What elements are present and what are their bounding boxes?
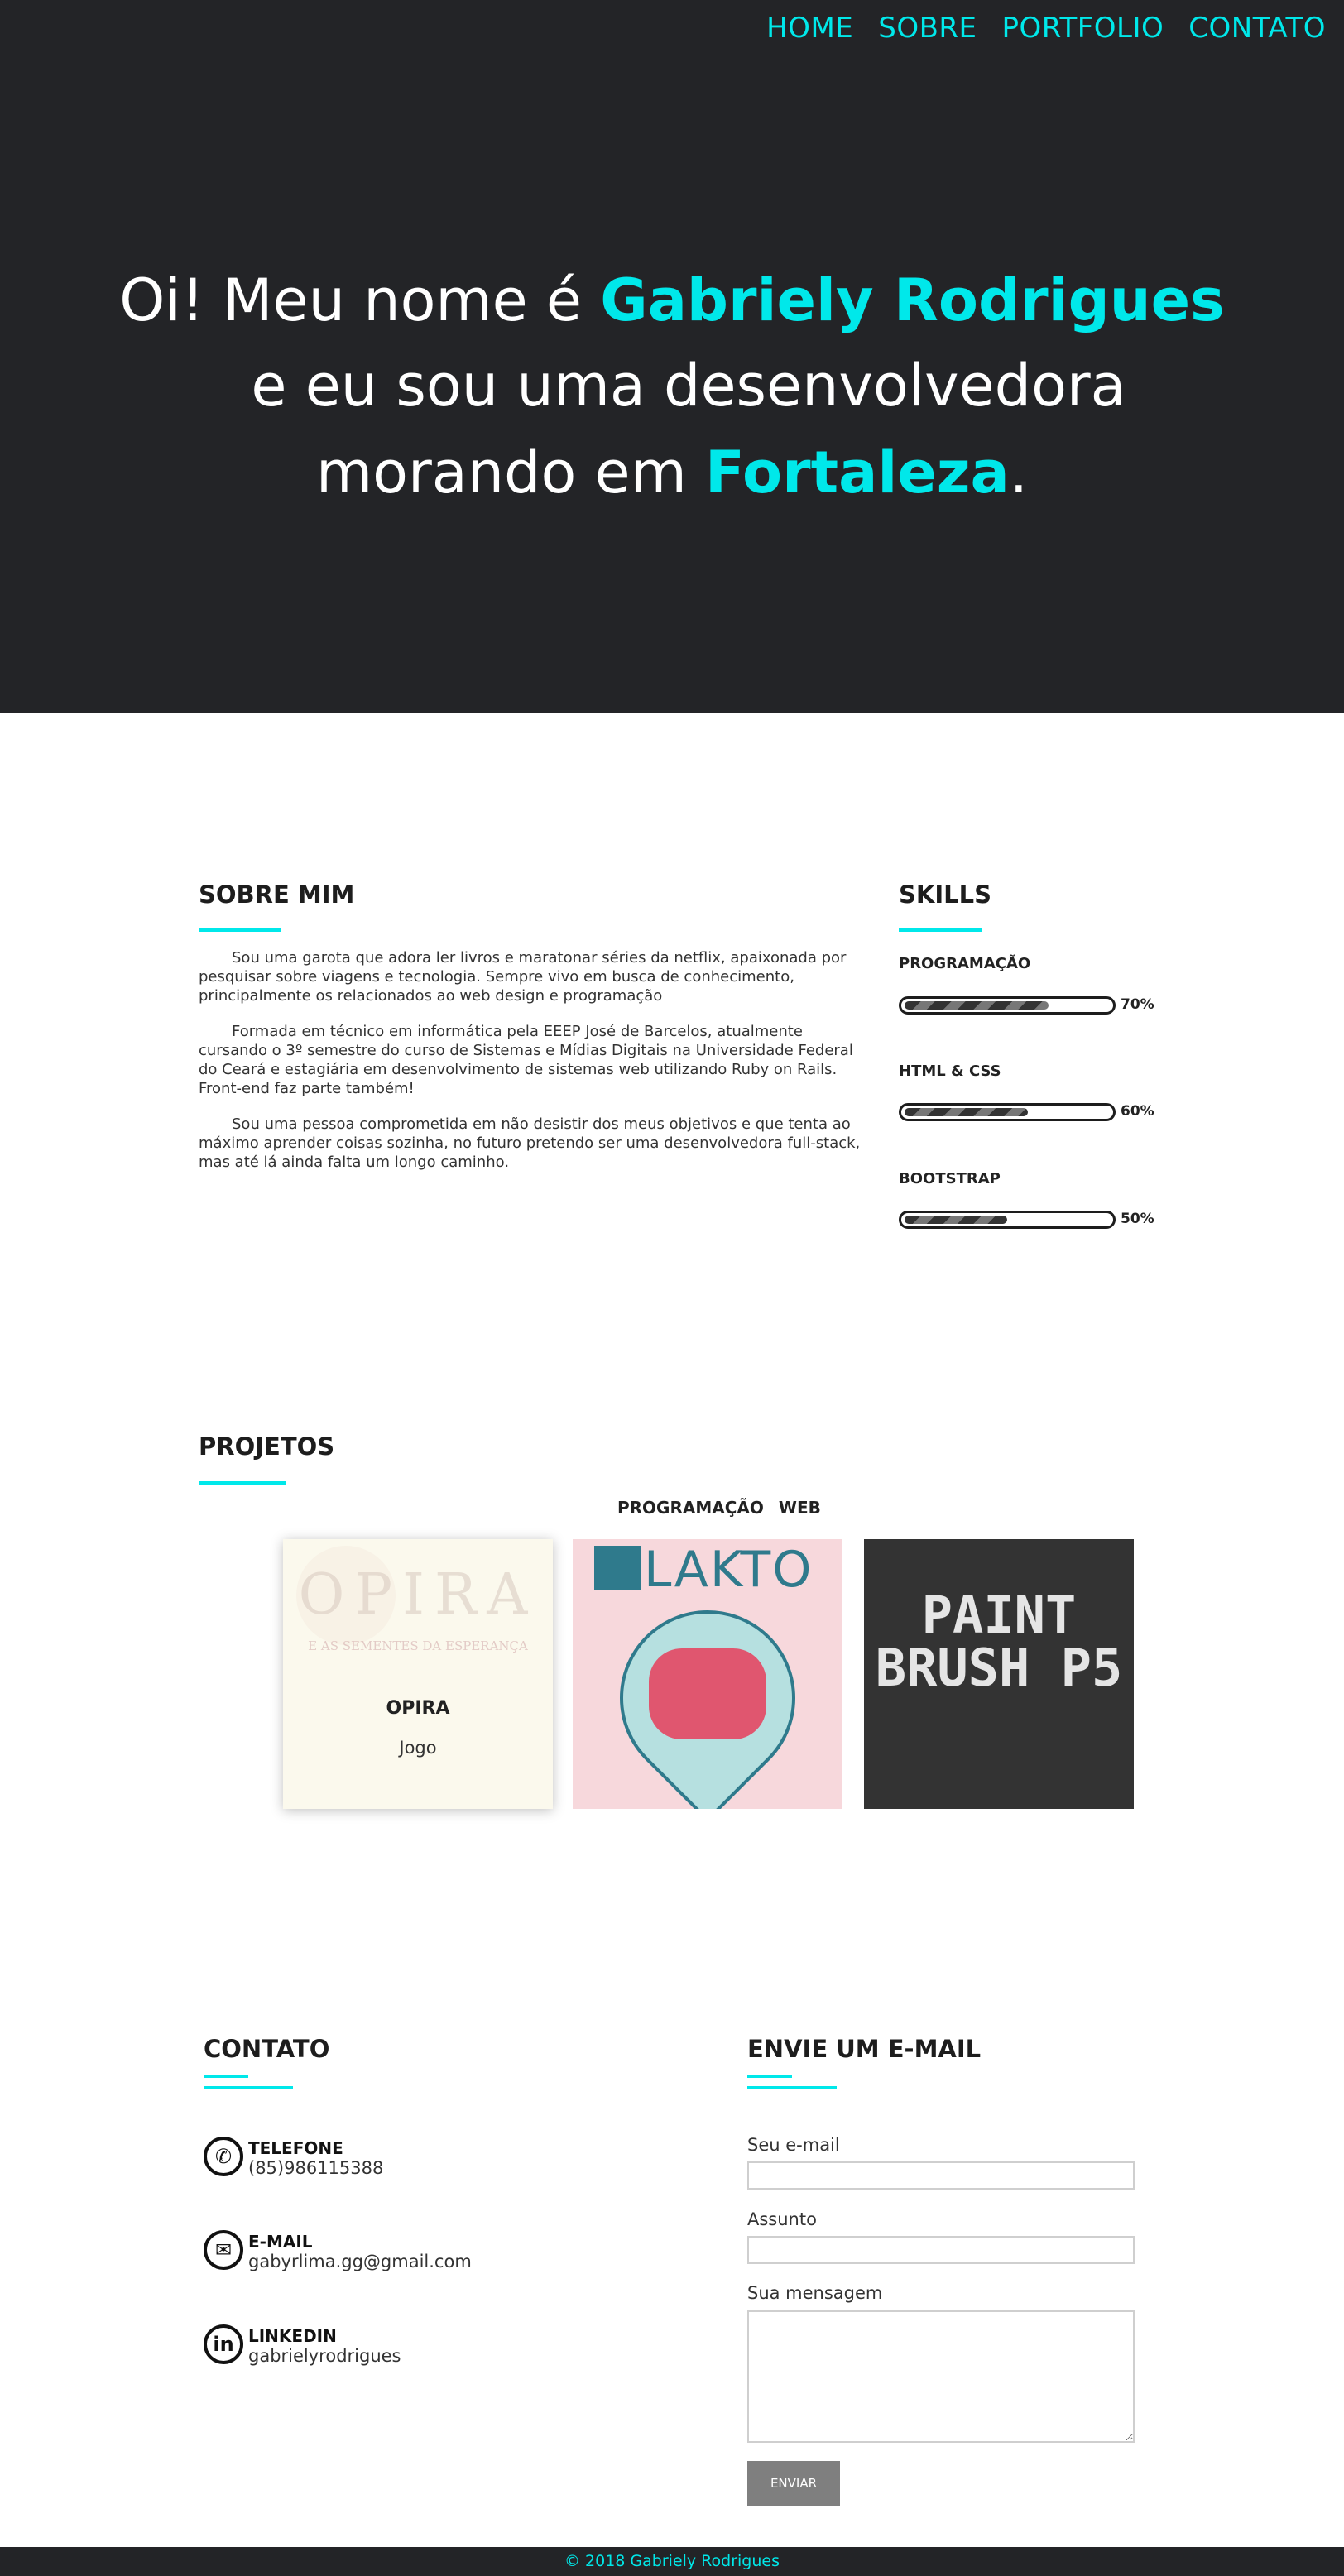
skill-bar-html-css bbox=[899, 1103, 1116, 1121]
contact-linkedin-value[interactable]: gabrielyrodrigues bbox=[248, 2346, 401, 2366]
skill-percent-bootstrap: 50% bbox=[1121, 1211, 1154, 1227]
project-category: Jogo bbox=[399, 1738, 437, 1758]
skill-percent-programacao: 70% bbox=[1121, 996, 1154, 1013]
projects-title: PROJETOS bbox=[199, 1432, 335, 1461]
about-title: SOBRE MIM bbox=[199, 880, 355, 909]
about-text: Sou uma garota que adora ler livros e ma… bbox=[199, 948, 861, 1188]
skills-title-underline bbox=[899, 928, 982, 932]
hero-section: HOME SOBRE PORTFOLIO CONTATO Oi! Meu nom… bbox=[0, 0, 1344, 713]
contact-underline-bottom bbox=[204, 2086, 293, 2089]
paintbrush-image-text: PAINT BRUSH P5 bbox=[875, 1585, 1123, 1698]
skill-bar-bootstrap bbox=[899, 1211, 1116, 1229]
mail-icon: ✉ bbox=[204, 2230, 243, 2270]
nav-contato[interactable]: CONTATO bbox=[1188, 12, 1326, 45]
phone-icon: ✆ bbox=[204, 2137, 243, 2176]
skill-label-bootstrap: BOOTSTRAP bbox=[899, 1170, 1001, 1187]
main-nav: HOME SOBRE PORTFOLIO CONTATO bbox=[766, 12, 1326, 45]
email-field-label: Seu e-mail bbox=[747, 2135, 840, 2155]
hero-line-2: e eu sou uma desenvolvedora bbox=[251, 352, 1126, 420]
hero-period: . bbox=[1009, 439, 1029, 506]
footer: © 2018 Gabriely Rodrigues bbox=[0, 2547, 1344, 2576]
message-field[interactable] bbox=[747, 2310, 1135, 2443]
skill-label-programacao: PROGRAMAÇÃO bbox=[899, 955, 1031, 972]
subject-field[interactable] bbox=[747, 2236, 1135, 2264]
filter-programacao[interactable]: PROGRAMAÇÃO bbox=[617, 1498, 764, 1518]
contact-title: CONTATO bbox=[204, 2035, 330, 2063]
lakto-logo-text: LAKTO bbox=[644, 1541, 814, 1599]
email-field[interactable] bbox=[747, 2161, 1135, 2190]
skill-percent-html-css: 60% bbox=[1121, 1103, 1154, 1120]
about-paragraph-2: Formada em técnico em informática pela E… bbox=[199, 1023, 853, 1097]
contact-underline-top bbox=[204, 2075, 248, 2078]
project-card-opira[interactable]: OPIRA E AS SEMENTES DA ESPERANÇA OPIRA J… bbox=[283, 1539, 553, 1809]
submit-button[interactable]: ENVIAR bbox=[747, 2461, 840, 2506]
hero-greeting: Oi! Meu nome é bbox=[119, 266, 601, 334]
project-card-lakto[interactable]: LAKTO bbox=[573, 1539, 842, 1809]
skill-bar-programacao bbox=[899, 996, 1116, 1015]
hero-line-3: morando em Fortaleza. bbox=[0, 439, 1344, 506]
contact-email-label: E-MAIL bbox=[248, 2232, 313, 2252]
skill-fill bbox=[905, 1216, 1007, 1224]
skill-fill bbox=[905, 1108, 1028, 1116]
linkedin-icon: in bbox=[204, 2324, 243, 2364]
projects-title-underline bbox=[199, 1481, 286, 1485]
email-form-title: ENVIE UM E-MAIL bbox=[747, 2035, 982, 2063]
project-filters: PROGRAMAÇÃO WEB bbox=[617, 1498, 821, 1518]
message-field-label: Sua mensagem bbox=[747, 2283, 883, 2303]
about-paragraph-1: Sou uma garota que adora ler livros e ma… bbox=[199, 949, 847, 1005]
email-underline-top bbox=[747, 2075, 792, 2078]
hero-name: Gabriely Rodrigues bbox=[600, 266, 1225, 334]
intestine-image bbox=[649, 1648, 766, 1739]
hero-line-1: Oi! Meu nome é Gabriely Rodrigues bbox=[0, 266, 1344, 334]
nav-portfolio[interactable]: PORTFOLIO bbox=[1002, 12, 1164, 45]
filter-web[interactable]: WEB bbox=[779, 1498, 821, 1518]
skills-title: SKILLS bbox=[899, 880, 991, 909]
project-card-paintbrush[interactable]: PAINT BRUSH P5 bbox=[864, 1539, 1134, 1809]
contact-phone-label: TELEFONE bbox=[248, 2138, 343, 2158]
skill-fill bbox=[905, 1001, 1049, 1010]
hero-city: Fortaleza bbox=[705, 439, 1010, 506]
nav-sobre[interactable]: SOBRE bbox=[878, 12, 977, 45]
contact-email-value[interactable]: gabyrlima.gg@gmail.com bbox=[248, 2252, 472, 2271]
lakto-logo-icon bbox=[594, 1546, 641, 1590]
nav-home[interactable]: HOME bbox=[766, 12, 853, 45]
about-title-underline bbox=[199, 928, 281, 932]
hero-location-prefix: morando em bbox=[315, 439, 706, 506]
project-hover-overlay bbox=[283, 1539, 553, 1809]
about-paragraph-3: Sou uma pessoa comprometida em não desis… bbox=[199, 1115, 861, 1171]
contact-phone-value: (85)986115388 bbox=[248, 2158, 384, 2178]
skill-label-html-css: HTML & CSS bbox=[899, 1063, 1001, 1080]
project-name: OPIRA bbox=[386, 1698, 450, 1719]
subject-field-label: Assunto bbox=[747, 2209, 817, 2229]
email-underline-bottom bbox=[747, 2086, 837, 2089]
contact-linkedin-label: LINKEDIN bbox=[248, 2326, 337, 2346]
